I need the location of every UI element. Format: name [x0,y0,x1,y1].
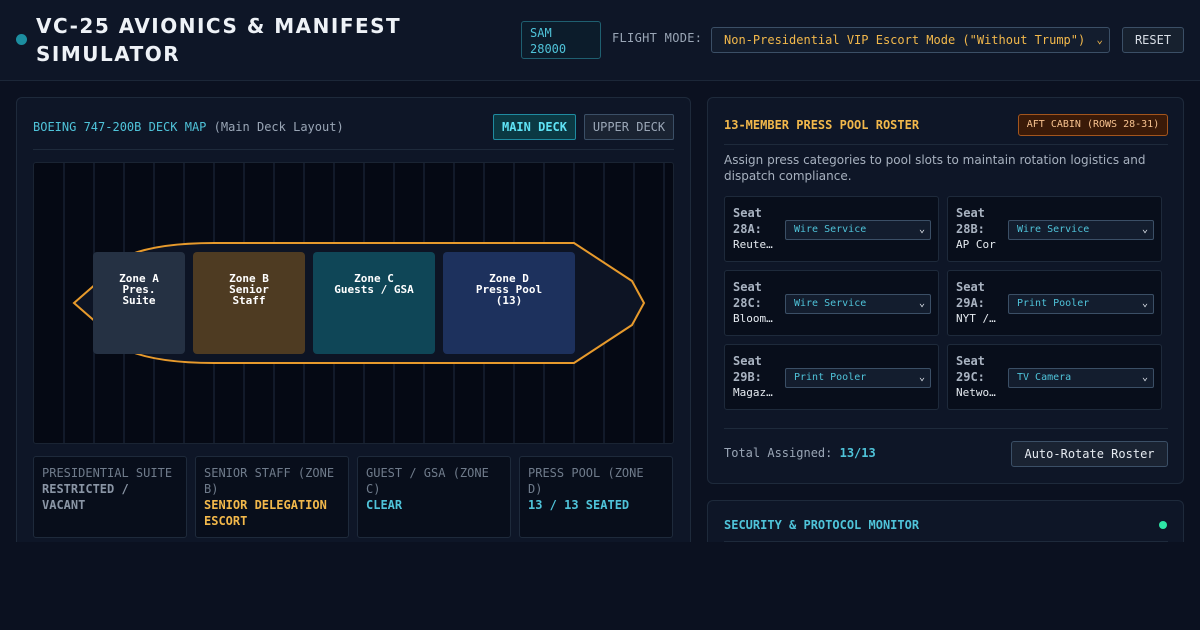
zone-status-title: SENIOR STAFF (ZONE B) [204,466,335,496]
seat-outlet: Network [956,386,1000,399]
seat-category-select[interactable]: Wire Service ⌄ [1008,220,1154,240]
zone-status-value: CLEAR [366,498,403,512]
press-roster-panel: 13-MEMBER PRESS POOL ROSTER AFT CABIN (R… [707,97,1184,484]
seat-card-29a: Seat 29A: NYT / WSJ Print Pooler ⌄ [947,270,1162,336]
zone-status-title: GUEST / GSA (ZONE C) [366,466,489,496]
seat-outlet: Bloomberg [733,312,777,325]
seat-label: Seat 28B: [956,206,985,236]
seat-outlet: Magazine [733,386,777,399]
seat-card-28b: Seat 28B: AP Cor Wire Service ⌄ [947,196,1162,262]
chevron-down-icon: ⌄ [918,224,925,235]
deck-map-subtitle: (Main Deck Layout) [213,120,344,134]
zone-status-card-press-pool: PRESS POOL (ZONE D) 13 / 13 SEATED [519,456,673,538]
roster-title: 13-MEMBER PRESS POOL ROSTER [724,118,920,132]
seat-label: Seat 29B: [733,354,762,384]
zone-status-title: PRESS POOL (ZONE D) [528,466,644,496]
seat-category-value: Wire Service [794,224,867,235]
seat-card-29c: Seat 29C: Network TV Camera ⌄ [947,344,1162,410]
app-title: VC-25 AVIONICS & MANIFEST SIMULATOR [36,14,402,66]
chevron-down-icon: ⌄ [918,372,925,383]
deck-map-title: BOEING 747-200B DECK MAP (Main Deck Layo… [33,120,344,134]
auto-rotate-button[interactable]: Auto-Rotate Roster [1011,441,1168,467]
total-assigned-value: 13/13 [839,446,876,460]
seat-card-28a: Seat 28A: Reuters Wire Service ⌄ [724,196,939,262]
status-dot-icon [16,34,27,45]
seat-card-28c: Seat 28C: Bloomberg Wire Service ⌄ [724,270,939,336]
divider [724,428,1168,429]
seat-outlet: AP Cor [956,238,996,251]
zone-status-card-senior-staff: SENIOR STAFF (ZONE B) SENIOR DELEGATION … [195,456,349,538]
viewport-cutoff [0,542,1200,630]
zone-a-suite[interactable]: Zone A Pres. Suite [93,252,185,354]
seat-category-select[interactable]: TV Camera ⌄ [1008,368,1154,388]
seat-outlet: Reuters [733,238,777,251]
chevron-down-icon: ⌄ [918,298,925,309]
top-bar: VC-25 AVIONICS & MANIFEST SIMULATOR SAM … [0,0,1200,81]
flight-mode-label: FLIGHT MODE: [612,31,703,45]
zone-d-press-pool[interactable]: Zone D Press Pool (13) [443,252,575,354]
seat-category-value: Wire Service [1017,224,1090,235]
seat-category-select[interactable]: Print Pooler ⌄ [785,368,931,388]
seat-category-value: Print Pooler [794,372,867,383]
reset-button[interactable]: RESET [1122,27,1184,53]
zone-status-value: 13 / 13 SEATED [528,498,630,512]
chevron-down-icon: ⌄ [1141,372,1148,383]
divider [33,149,674,150]
total-assigned-label: Total Assigned: [724,446,833,460]
seat-category-select[interactable]: Wire Service ⌄ [785,294,931,314]
seat-label: Seat 29C: [956,354,985,384]
seat-category-value: Wire Service [794,298,867,309]
zone-c-guests[interactable]: Zone C Guests / GSA [313,252,435,354]
chevron-down-icon: ⌄ [1141,224,1148,235]
aft-cabin-badge: AFT CABIN (ROWS 28-31) [1018,114,1168,136]
roster-description: Assign press categories to pool slots to… [724,153,1146,183]
total-assigned: Total Assigned: 13/13 [724,446,876,460]
zone-status-value: SENIOR DELEGATION ESCORT [204,498,327,528]
seat-card-29b: Seat 29B: Magazine Print Pooler ⌄ [724,344,939,410]
divider [724,144,1168,145]
status-indicator-icon [1159,521,1167,529]
callsign-badge: SAM 28000 [521,21,601,59]
seat-outlet: NYT / WSJ [956,312,1000,325]
deck-map-heading: BOEING 747-200B DECK MAP [33,120,207,134]
seat-label: Seat 28A: [733,206,762,236]
seat-category-select[interactable]: Wire Service ⌄ [785,220,931,240]
deck-map-canvas: Zone A Pres. Suite Zone B Senior Staff Z… [33,162,674,444]
chevron-down-icon: ⌄ [1141,298,1148,309]
seat-category-value: TV Camera [1017,372,1072,383]
flight-mode-value: Non-Presidential VIP Escort Mode ("Witho… [724,33,1086,47]
flight-mode-select[interactable]: Non-Presidential VIP Escort Mode ("Witho… [711,27,1110,53]
zone-b-senior-staff[interactable]: Zone B Senior Staff [193,252,305,354]
seat-category-value: Print Pooler [1017,298,1090,309]
seat-label: Seat 28C: [733,280,762,310]
chevron-down-icon: ⌄ [1096,33,1103,46]
zone-status-value: RESTRICTED / VACANT [42,482,129,512]
seat-category-select[interactable]: Print Pooler ⌄ [1008,294,1154,314]
deck-map-panel: BOEING 747-200B DECK MAP (Main Deck Layo… [16,97,691,557]
security-title: SECURITY & PROTOCOL MONITOR [724,518,920,532]
seat-label: Seat 29A: [956,280,985,310]
zone-status-title: PRESIDENTIAL SUITE [42,466,173,480]
tab-main-deck[interactable]: MAIN DECK [493,114,576,140]
zone-status-card-presidential: PRESIDENTIAL SUITE RESTRICTED / VACANT [33,456,187,538]
zone-status-card-guest: GUEST / GSA (ZONE C) CLEAR [357,456,511,538]
tab-upper-deck[interactable]: UPPER DECK [584,114,674,140]
